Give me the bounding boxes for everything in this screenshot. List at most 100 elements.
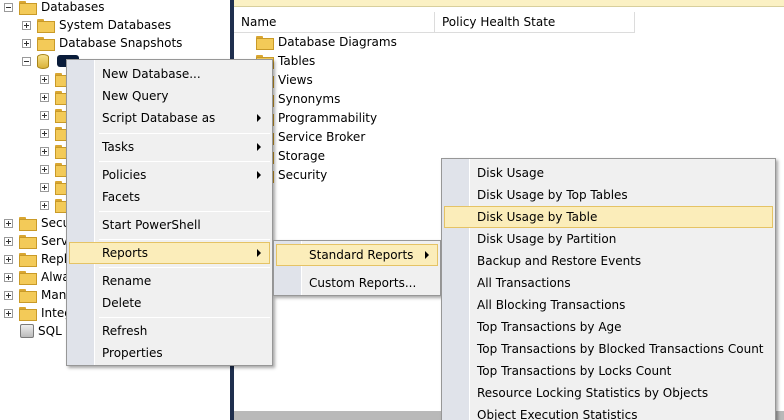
menu-item-top-transactions-by-locks-count[interactable]: Top Transactions by Locks Count — [444, 360, 773, 382]
menu-separator — [99, 211, 270, 212]
menu-item-all-blocking-transactions[interactable]: All Blocking Transactions — [444, 294, 773, 316]
detail-row[interactable]: Programmability — [256, 108, 377, 127]
menu-separator — [99, 239, 270, 240]
tree-node-system-databases[interactable]: System Databases — [22, 16, 171, 34]
menu-item-disk-usage-by-partition[interactable]: Disk Usage by Partition — [444, 228, 773, 250]
menu-item-disk-usage-by-table[interactable]: Disk Usage by Table — [444, 206, 773, 228]
expand-icon[interactable] — [4, 254, 13, 264]
submenu-arrow-icon — [257, 143, 261, 151]
menu-item-script-database-as[interactable]: Script Database as — [69, 107, 270, 129]
menu-item-disk-usage-by-top-tables[interactable]: Disk Usage by Top Tables — [444, 184, 773, 206]
info-strip — [234, 0, 784, 7]
tree-node-databases[interactable]: Databases — [4, 0, 105, 16]
menu-item-label: Reports — [102, 246, 149, 260]
submenu-arrow-icon — [257, 171, 261, 179]
menu-item-new-database[interactable]: New Database... — [69, 63, 270, 85]
detail-item-label: Database Diagrams — [278, 34, 397, 49]
detail-item-label: Synonyms — [278, 91, 341, 106]
expand-icon[interactable] — [4, 218, 13, 228]
menu-item-label: Tasks — [102, 140, 135, 154]
expand-icon[interactable] — [4, 308, 13, 318]
expand-icon[interactable] — [22, 38, 31, 48]
expand-icon[interactable] — [4, 290, 13, 300]
folder-icon — [19, 235, 37, 249]
detail-item-label: Security — [278, 167, 328, 182]
tree-node-label: SQL — [38, 324, 62, 338]
expand-icon[interactable] — [40, 128, 49, 138]
expand-icon[interactable] — [4, 236, 13, 246]
expand-icon[interactable] — [40, 74, 49, 84]
tree-node-server-objects[interactable]: Serve — [4, 232, 75, 250]
collapse-icon[interactable] — [22, 56, 31, 66]
menu-item-label: Standard Reports — [309, 248, 414, 262]
expand-icon[interactable] — [40, 200, 49, 210]
folder-icon — [19, 253, 37, 267]
menu-item-custom-reports[interactable]: Custom Reports... — [276, 272, 438, 294]
tree-node-label: Databases — [41, 0, 105, 14]
menu-item-top-transactions-by-age[interactable]: Top Transactions by Age — [444, 316, 773, 338]
tree-node-management[interactable]: Mana — [4, 286, 74, 304]
submenu-arrow-icon — [257, 249, 261, 257]
tree-node-always-on[interactable]: Alwa — [4, 268, 70, 286]
expand-icon[interactable] — [4, 272, 13, 282]
detail-item-label: Storage — [278, 148, 325, 163]
detail-row[interactable]: Database Diagrams — [256, 32, 397, 51]
expand-icon[interactable] — [22, 20, 31, 30]
menu-item-backup-and-restore-events[interactable]: Backup and Restore Events — [444, 250, 773, 272]
detail-item-label: Service Broker — [278, 129, 366, 144]
folder-icon — [19, 217, 37, 231]
menu-item-standard-reports[interactable]: Standard Reports — [276, 244, 438, 266]
menu-item-new-query[interactable]: New Query — [69, 85, 270, 107]
menu-item-policies[interactable]: Policies — [69, 164, 270, 186]
folder-icon — [19, 289, 37, 303]
folder-icon — [19, 271, 37, 285]
menu-item-disk-usage[interactable]: Disk Usage — [444, 162, 773, 184]
menu-separator — [99, 133, 270, 134]
expand-icon[interactable] — [40, 92, 49, 102]
menu-item-label: Script Database as — [102, 111, 216, 125]
collapse-icon[interactable] — [4, 2, 13, 12]
menu-item-object-execution-statistics[interactable]: Object Execution Statistics — [444, 404, 773, 420]
menu-item-rename[interactable]: Rename — [69, 270, 270, 292]
detail-item-label: Programmability — [278, 110, 378, 125]
menu-item-label: Policies — [102, 168, 147, 182]
tree-node-label: System Databases — [59, 18, 172, 32]
tree-node-database-snapshots[interactable]: Database Snapshots — [22, 34, 182, 52]
detail-item-label: Views — [278, 72, 313, 87]
menu-item-start-powershell[interactable]: Start PowerShell — [69, 214, 270, 236]
tree-node-replication[interactable]: Repli — [4, 250, 70, 268]
folder-icon — [19, 1, 37, 15]
submenu-arrow-icon — [425, 251, 429, 259]
menu-item-top-transactions-by-blocked-count[interactable]: Top Transactions by Blocked Transactions… — [444, 338, 773, 360]
menu-item-refresh[interactable]: Refresh — [69, 320, 270, 342]
expand-icon[interactable] — [40, 182, 49, 192]
database-icon — [37, 53, 49, 69]
sql-agent-icon — [20, 324, 34, 338]
menu-item-facets[interactable]: Facets — [69, 186, 270, 208]
folder-icon — [19, 307, 37, 321]
expand-icon[interactable] — [40, 164, 49, 174]
expand-icon[interactable] — [40, 110, 49, 120]
menu-item-delete[interactable]: Delete — [69, 292, 270, 314]
database-context-menu: New Database... New Query Script Databas… — [66, 59, 273, 366]
tree-node-label: Database Snapshots — [59, 36, 183, 50]
menu-separator — [99, 317, 270, 318]
detail-item-label: Tables — [278, 53, 316, 68]
tree-node-integration-services[interactable]: Integ — [4, 304, 72, 322]
menu-item-reports[interactable]: Reports — [69, 242, 270, 264]
submenu-arrow-icon — [257, 114, 261, 122]
menu-item-resource-locking-statistics[interactable]: Resource Locking Statistics by Objects — [444, 382, 773, 404]
reports-submenu: Standard Reports Custom Reports... — [273, 240, 441, 296]
column-header-policy-health-state[interactable]: Policy Health State — [435, 12, 635, 33]
column-header-name[interactable]: Name — [234, 12, 435, 33]
folder-icon — [37, 19, 55, 33]
tree-node-sql-agent[interactable]: SQL — [20, 322, 62, 340]
menu-item-properties[interactable]: Properties — [69, 342, 270, 364]
menu-item-all-transactions[interactable]: All Transactions — [444, 272, 773, 294]
expand-icon[interactable] — [40, 146, 49, 156]
menu-separator — [99, 267, 270, 268]
menu-item-tasks[interactable]: Tasks — [69, 136, 270, 158]
folder-icon — [256, 35, 274, 50]
standard-reports-submenu: Disk Usage Disk Usage by Top Tables Disk… — [441, 158, 776, 420]
tree-node-security[interactable]: Secu — [4, 214, 70, 232]
